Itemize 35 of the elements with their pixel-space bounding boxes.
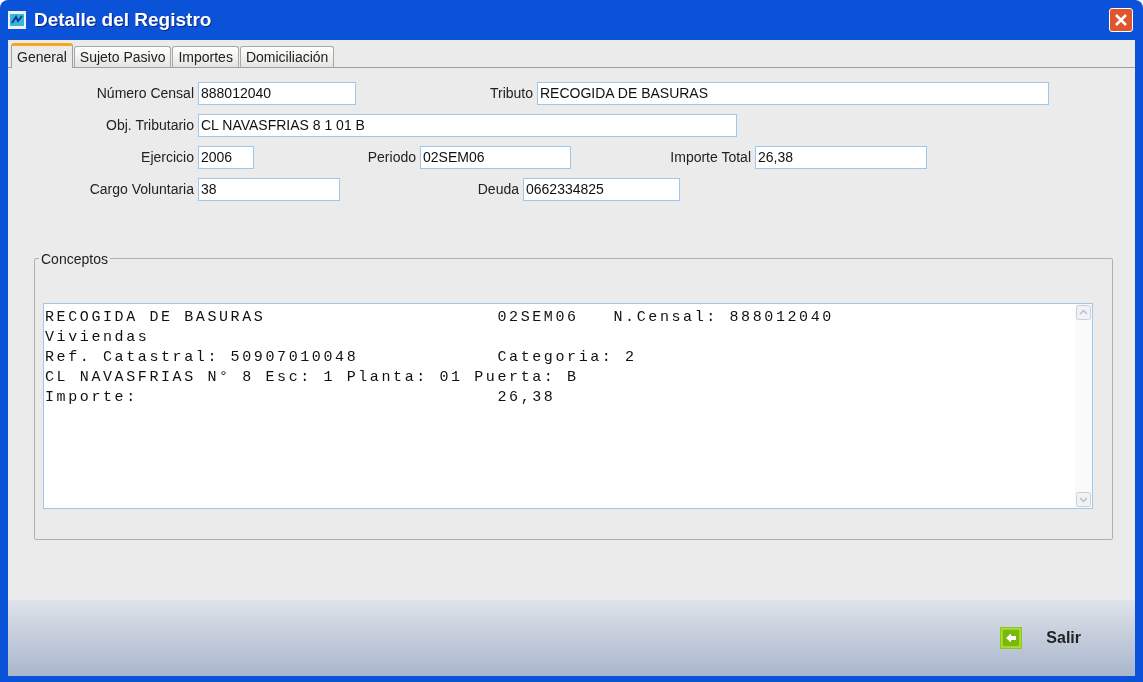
close-button[interactable]: [1109, 8, 1133, 32]
scrollbar[interactable]: [1075, 304, 1092, 508]
close-icon: [1115, 14, 1127, 26]
conceptos-text-area[interactable]: RECOGIDA DE BASURAS 02SEM06 N.Censal: 888012040 Viviendas Ref. Catastral: 50907010048 Categoria: 2 CL NAVASFRIAS N° 8 Esc: 1 Planta: 01 Puerta: B Importe: 26,38: [43, 303, 1093, 509]
field-label: Tributo: [488, 83, 534, 103]
back-arrow-icon: [1000, 627, 1023, 649]
text-line: CL NAVASFRIAS N° 8 Esc: 1 Planta: 01 Puerta: B: [45, 368, 579, 388]
tab[interactable]: Importes: [172, 46, 239, 67]
field-label: Periodo: [366, 147, 417, 167]
input-field[interactable]: CL NAVASFRIAS 8 1 01 B: [198, 113, 737, 137]
text-line: RECOGIDA DE BASURAS 02SEM06 N.Censal: 888012040: [45, 308, 834, 328]
tab[interactable]: Domiciliación: [239, 46, 335, 67]
field-label: Importe Total: [669, 147, 752, 167]
input-field[interactable]: 0662334825: [523, 177, 680, 201]
text-line: Viviendas: [45, 328, 150, 348]
scroll-up-icon[interactable]: [1076, 305, 1091, 320]
text-line: Importe: 26,38: [45, 388, 556, 408]
field-label: Número Censal: [95, 83, 195, 103]
input-field[interactable]: 2006: [198, 145, 254, 169]
input-field[interactable]: 02SEM06: [420, 145, 571, 169]
text-line: Ref. Catastral: 50907010048 Categoria: 2: [45, 348, 637, 368]
input-field[interactable]: 888012040: [198, 81, 356, 105]
tab[interactable]: General: [11, 43, 73, 68]
tab[interactable]: Sujeto Pasivo: [73, 46, 172, 67]
exit-button[interactable]: Salir: [1032, 622, 1095, 654]
input-field[interactable]: 38: [198, 177, 340, 201]
field-label: Obj. Tributario: [105, 115, 195, 135]
input-field[interactable]: RECOGIDA DE BASURAS: [537, 81, 1049, 105]
field-label: Deuda: [476, 179, 520, 199]
app-icon: [8, 11, 26, 29]
window-title: Detalle del Registro: [34, 7, 212, 32]
field-label: Ejercicio: [140, 147, 195, 167]
scroll-down-icon[interactable]: [1076, 492, 1091, 507]
field-label: Cargo Voluntaria: [88, 179, 195, 199]
input-field[interactable]: 26,38: [755, 145, 927, 169]
